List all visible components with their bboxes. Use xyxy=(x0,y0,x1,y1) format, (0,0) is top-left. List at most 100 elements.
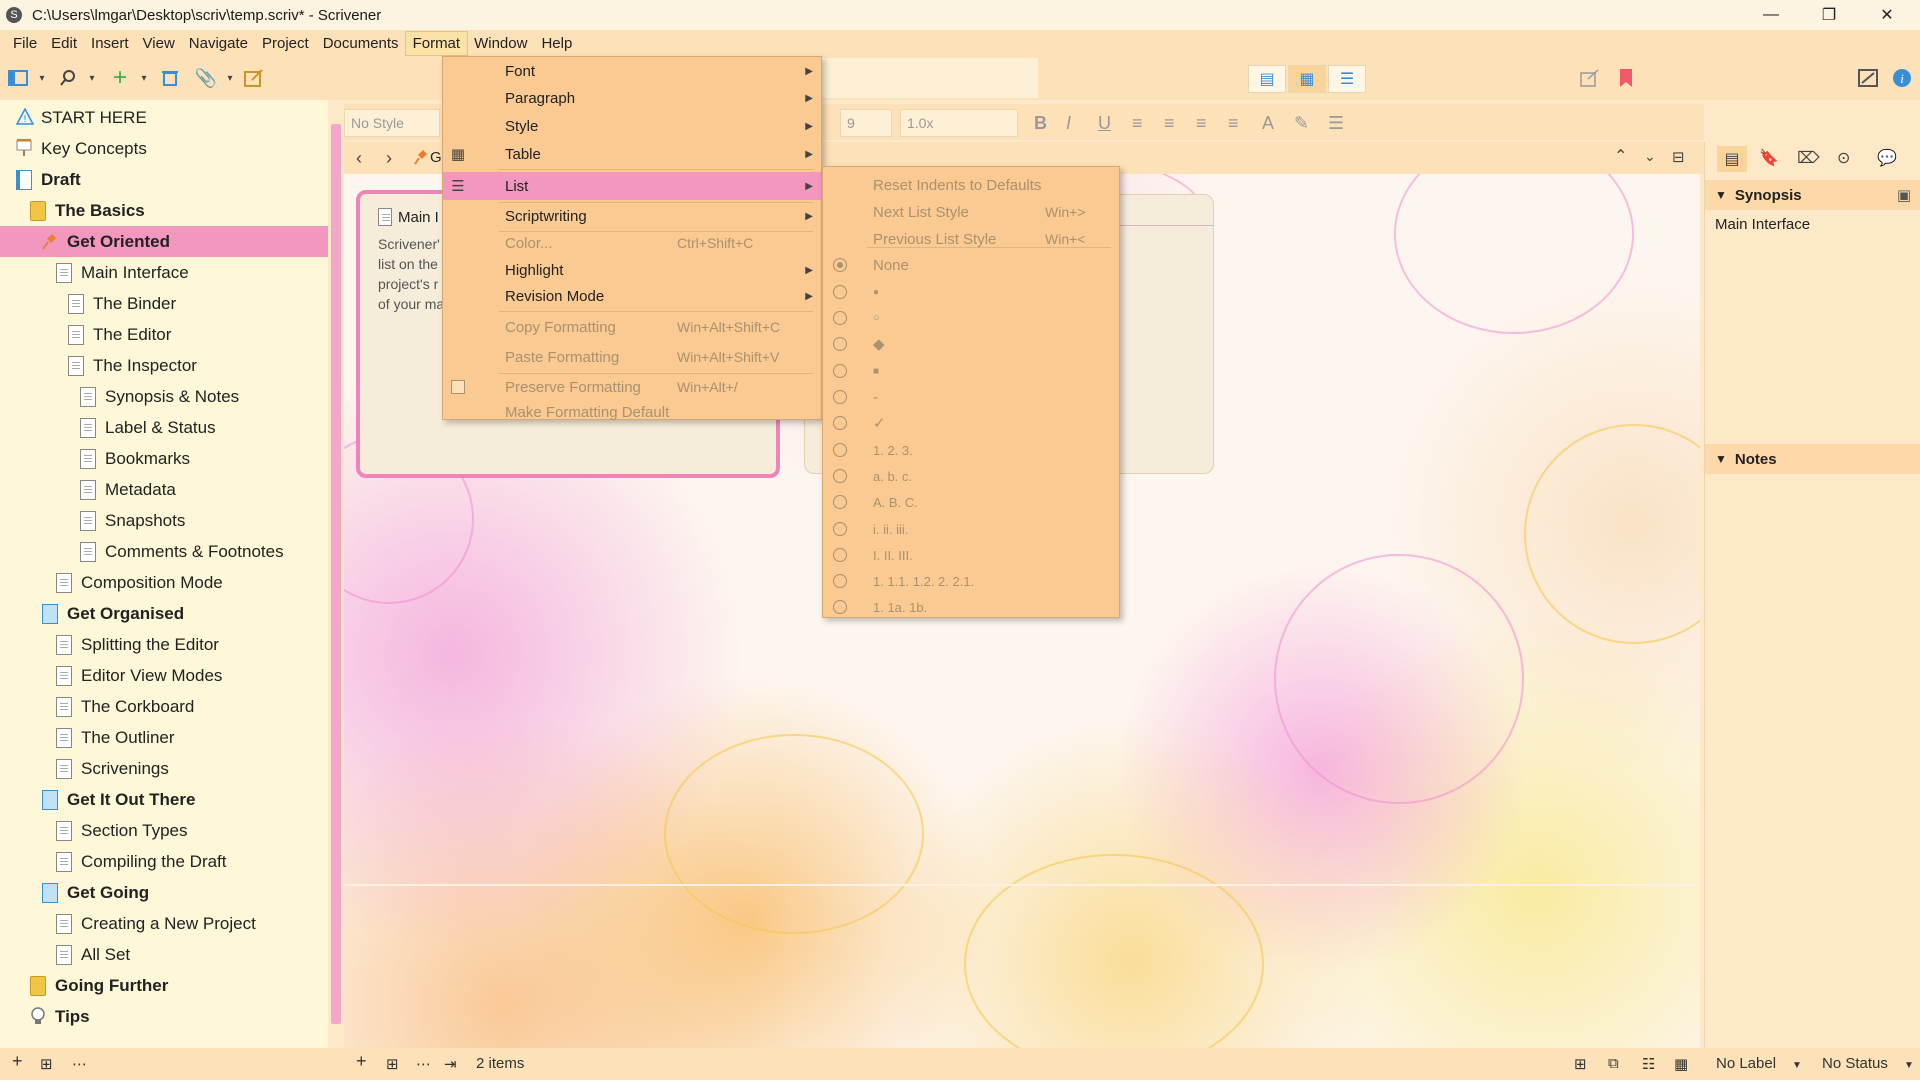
format-menu-paste-formatting[interactable]: Paste Formatting Win+Alt+Shift+V xyxy=(443,345,821,369)
attachment-icon[interactable]: 📎 xyxy=(194,66,218,90)
binder-item-section-types[interactable]: Section Types xyxy=(0,815,328,846)
menu-help[interactable]: Help xyxy=(534,32,579,55)
format-menu-preserve-formatting[interactable]: Preserve Formatting Win+Alt+/ xyxy=(443,375,821,399)
format-menu-style[interactable]: Style ▶ xyxy=(443,114,821,138)
binder-item-editor-view-modes[interactable]: Editor View Modes xyxy=(0,660,328,691)
binder-item-comments-footnotes[interactable]: Comments & Footnotes xyxy=(0,536,328,567)
list-style-numeric[interactable]: 1. 2. 3. xyxy=(823,438,1119,462)
list-style-legal[interactable]: 1. 1.1. 1.2. 2. 2.1. xyxy=(823,569,1119,593)
more-options-icon[interactable]: ⋯ xyxy=(416,1055,431,1073)
quick-search-box[interactable] xyxy=(820,58,1038,98)
format-menu-copy-formatting[interactable]: Copy Formatting Win+Alt+Shift+C xyxy=(443,315,821,339)
minimize-button[interactable]: — xyxy=(1742,0,1800,30)
list-menu-reset-indents[interactable]: Reset Indents to Defaults xyxy=(823,173,1119,197)
add-folder-icon[interactable]: ⊞ xyxy=(386,1055,399,1073)
menu-view[interactable]: View xyxy=(136,32,182,55)
format-menu-color[interactable]: Color... Ctrl+Shift+C xyxy=(443,231,821,255)
image-icon[interactable]: ▣ xyxy=(1897,186,1911,204)
binder-item-all-set[interactable]: All Set xyxy=(0,939,328,970)
add-icon[interactable]: + xyxy=(12,1051,23,1072)
binder-item-compiling-the-draft[interactable]: Compiling the Draft xyxy=(0,846,328,877)
binder-item-the-corkboard[interactable]: The Corkboard xyxy=(0,691,328,722)
list-style-check[interactable]: ✓ xyxy=(823,411,1119,435)
notes-header[interactable]: ▼ Notes xyxy=(1705,444,1920,474)
binder-item-scrivenings[interactable]: Scrivenings xyxy=(0,753,328,784)
binder-toggle-icon[interactable] xyxy=(6,66,30,90)
binder-item-metadata[interactable]: Metadata xyxy=(0,474,328,505)
format-menu-make-formatting-default[interactable]: Make Formatting Default xyxy=(443,400,821,424)
scrivenings-view-icon[interactable]: ▤ xyxy=(1248,65,1286,93)
menu-documents[interactable]: Documents xyxy=(316,32,406,55)
chevron-down-icon[interactable]: ▾ xyxy=(30,66,54,90)
arrange-icon[interactable]: ☷ xyxy=(1642,1055,1655,1073)
binder-item-the-basics[interactable]: The Basics xyxy=(0,195,328,226)
notes-area[interactable] xyxy=(1705,474,1920,1048)
binder-item-creating-a-new-project[interactable]: Creating a New Project xyxy=(0,908,328,939)
binder-item-synopsis-notes[interactable]: Synopsis & Notes xyxy=(0,381,328,412)
list-style-nested[interactable]: 1. 1a. 1b. xyxy=(823,595,1119,619)
add-card-icon[interactable]: + xyxy=(356,1051,367,1072)
close-button[interactable]: ✕ xyxy=(1858,0,1916,30)
chevron-down-icon[interactable]: ▼ xyxy=(1792,1060,1802,1071)
list-style-upper-alpha[interactable]: A. B. C. xyxy=(823,490,1119,514)
style-select[interactable]: No Style xyxy=(344,109,440,137)
go-to-icon[interactable]: ⇥ xyxy=(444,1055,457,1073)
label-select[interactable]: No Label xyxy=(1716,1055,1776,1072)
chevron-down-icon[interactable]: ▾ xyxy=(80,66,104,90)
align-left-icon[interactable]: ≡ xyxy=(1132,113,1143,134)
binder-item-get-organised[interactable]: Get Organised xyxy=(0,598,328,629)
status-select[interactable]: No Status xyxy=(1822,1055,1888,1072)
corkboard-view-icon[interactable]: ▦ xyxy=(1288,65,1326,93)
split-editor-icon[interactable]: ⊟ xyxy=(1672,148,1685,166)
binder-item-get-going[interactable]: Get Going xyxy=(0,877,328,908)
chevron-up-icon[interactable]: ⌃ xyxy=(1614,146,1627,166)
chevron-down-icon[interactable]: ▾ xyxy=(218,66,242,90)
format-menu-list[interactable]: ☰ List ▶ xyxy=(443,172,821,200)
list-style-bullet[interactable]: ● xyxy=(823,280,1119,304)
format-menu-highlight[interactable]: Highlight ▶ xyxy=(443,258,821,282)
binder-item-draft[interactable]: Draft xyxy=(0,164,328,195)
binder-item-tips[interactable]: Tips xyxy=(0,1001,328,1032)
menu-project[interactable]: Project xyxy=(255,32,316,55)
list-style-upper-roman[interactable]: I. II. III. xyxy=(823,543,1119,567)
list-style-circle[interactable]: ○ xyxy=(823,306,1119,330)
menu-file[interactable]: File xyxy=(6,32,44,55)
format-menu-scriptwriting[interactable]: Scriptwriting ▶ xyxy=(443,204,821,228)
synopsis-text[interactable]: Main Interface xyxy=(1705,210,1920,440)
menu-format[interactable]: Format xyxy=(404,30,469,56)
binder-item-going-further[interactable]: Going Further xyxy=(0,970,328,1001)
metadata-tab-icon[interactable]: ⌦ xyxy=(1797,148,1820,168)
header-title[interactable]: G xyxy=(430,149,442,166)
forward-arrow-icon[interactable]: › xyxy=(386,148,392,169)
binder-item-the-inspector[interactable]: The Inspector xyxy=(0,350,328,381)
cards-icon[interactable]: ▦ xyxy=(1674,1055,1688,1073)
binder-scroll-thumb[interactable] xyxy=(331,124,341,1024)
composition-mode-icon[interactable] xyxy=(1856,66,1880,90)
list-style-lower-roman[interactable]: i. ii. iii. xyxy=(823,517,1119,541)
list-style-lower-alpha[interactable]: a. b. c. xyxy=(823,464,1119,488)
font-size-select[interactable]: 9 xyxy=(840,109,892,137)
bookmarks-tab-icon[interactable]: 🔖 xyxy=(1759,148,1779,168)
menu-edit[interactable]: Edit xyxy=(44,32,84,55)
list-style-none[interactable]: None xyxy=(823,253,1119,277)
list-style-dash[interactable]: - xyxy=(823,385,1119,409)
compose-icon[interactable] xyxy=(242,66,266,90)
align-justify-icon[interactable]: ≡ xyxy=(1196,113,1207,134)
highlighter-icon[interactable]: ✎ xyxy=(1294,113,1309,134)
line-spacing-select[interactable]: 1.0x xyxy=(900,109,1018,137)
binder-item-get-oriented[interactable]: Get Oriented xyxy=(0,226,328,257)
underline-icon[interactable]: U xyxy=(1098,113,1111,134)
binder-item-key-concepts[interactable]: Key Concepts xyxy=(0,133,328,164)
align-right-icon[interactable]: ≡ xyxy=(1228,113,1239,134)
binder-item-the-binder[interactable]: The Binder xyxy=(0,288,328,319)
italic-icon[interactable]: I xyxy=(1066,113,1071,134)
outliner-view-icon[interactable]: ☰ xyxy=(1328,65,1366,93)
grid-view-icon[interactable]: ⊞ xyxy=(1574,1055,1587,1073)
list-style-square[interactable]: ■ xyxy=(823,359,1119,383)
binder-item-snapshots[interactable]: Snapshots xyxy=(0,505,328,536)
notes-tab-icon[interactable]: ▤ xyxy=(1717,146,1747,172)
search-icon[interactable] xyxy=(56,66,80,90)
menu-window[interactable]: Window xyxy=(467,32,534,55)
synopsis-header[interactable]: ▼ Synopsis ▣ xyxy=(1705,180,1920,210)
bookmark-icon[interactable] xyxy=(1614,66,1638,90)
